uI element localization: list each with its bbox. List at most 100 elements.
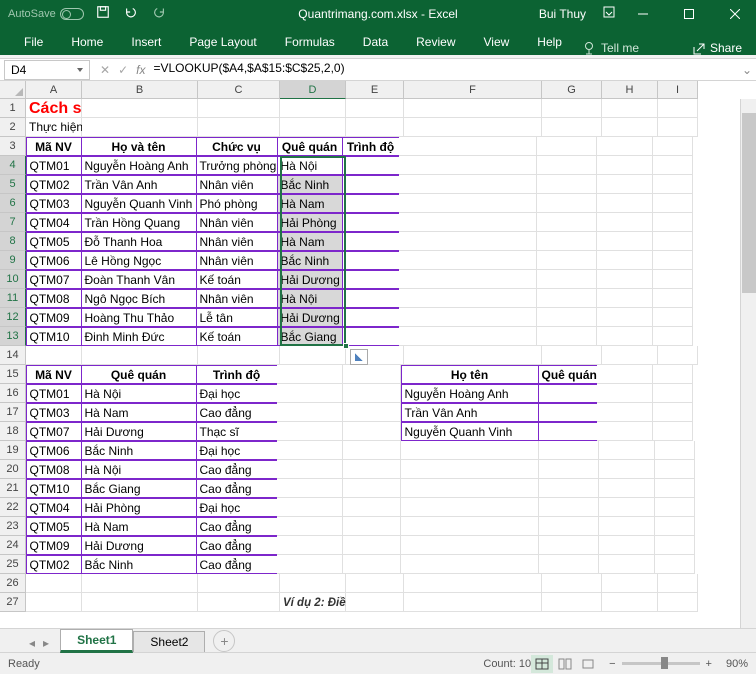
- cell[interactable]: [655, 555, 695, 574]
- cell[interactable]: Hải Dương: [81, 536, 197, 555]
- save-icon[interactable]: [96, 5, 110, 22]
- cell[interactable]: [597, 422, 653, 441]
- tab-file[interactable]: File: [10, 29, 57, 55]
- cell[interactable]: [602, 593, 658, 612]
- cell[interactable]: [198, 593, 280, 612]
- cell[interactable]: [277, 403, 343, 422]
- cell[interactable]: [597, 308, 653, 327]
- cell[interactable]: [537, 194, 597, 213]
- cell[interactable]: [537, 232, 597, 251]
- cell[interactable]: Bắc Giang: [277, 327, 343, 346]
- close-button[interactable]: [714, 0, 756, 27]
- cell[interactable]: [277, 536, 343, 555]
- cell[interactable]: [343, 555, 401, 574]
- row-head-25[interactable]: 25: [0, 555, 26, 574]
- cell[interactable]: QTM05: [26, 517, 82, 536]
- col-head-B[interactable]: B: [82, 81, 198, 99]
- cell[interactable]: [346, 118, 404, 137]
- cell[interactable]: [653, 251, 693, 270]
- cell[interactable]: Hà Nội: [81, 384, 197, 403]
- cell[interactable]: [653, 137, 693, 156]
- cell[interactable]: [401, 460, 539, 479]
- cell[interactable]: [597, 327, 653, 346]
- cell[interactable]: Chức vụ: [196, 137, 278, 156]
- cell[interactable]: [343, 517, 401, 536]
- row-head-11[interactable]: 11: [0, 289, 26, 308]
- cell[interactable]: Trình độ: [196, 365, 278, 384]
- cell[interactable]: [399, 213, 537, 232]
- row-head-7[interactable]: 7: [0, 213, 26, 232]
- cell[interactable]: Thạc sĩ: [196, 422, 278, 441]
- cell[interactable]: [597, 232, 653, 251]
- cell[interactable]: Kế toán: [196, 327, 278, 346]
- cell[interactable]: Quê quán: [538, 365, 598, 384]
- cell[interactable]: QTM01: [26, 156, 82, 175]
- cell[interactable]: [198, 574, 280, 593]
- cell[interactable]: [346, 593, 404, 612]
- sheet-nav[interactable]: ◂▸: [26, 634, 52, 652]
- cell[interactable]: QTM07: [26, 270, 82, 289]
- cell[interactable]: [399, 327, 537, 346]
- cell[interactable]: [342, 251, 400, 270]
- cell[interactable]: [401, 536, 539, 555]
- row-head-5[interactable]: 5: [0, 175, 26, 194]
- tab-home[interactable]: Home: [57, 29, 117, 55]
- cell[interactable]: [655, 517, 695, 536]
- cell[interactable]: [658, 574, 698, 593]
- cell[interactable]: QTM03: [26, 194, 82, 213]
- cell[interactable]: [342, 213, 400, 232]
- cell[interactable]: [277, 441, 343, 460]
- cell[interactable]: QTM04: [26, 213, 82, 232]
- cell[interactable]: [277, 384, 343, 403]
- cell[interactable]: [198, 99, 280, 118]
- cell[interactable]: [399, 137, 537, 156]
- select-all-cells[interactable]: [0, 81, 26, 99]
- row-head-1[interactable]: 1: [0, 99, 26, 118]
- tab-help[interactable]: Help: [523, 29, 576, 55]
- cell[interactable]: [537, 308, 597, 327]
- cell[interactable]: [542, 99, 602, 118]
- cell[interactable]: Đại học: [196, 441, 278, 460]
- row-head-24[interactable]: 24: [0, 536, 26, 555]
- cell[interactable]: [343, 479, 401, 498]
- cell[interactable]: Nguyễn Hoàng Anh: [401, 384, 539, 403]
- cell[interactable]: [401, 498, 539, 517]
- cell[interactable]: [653, 365, 693, 384]
- cell[interactable]: [82, 118, 198, 137]
- cell[interactable]: [343, 536, 401, 555]
- row-head-6[interactable]: 6: [0, 194, 26, 213]
- fx-icon[interactable]: fx: [136, 63, 145, 77]
- cell[interactable]: [597, 403, 653, 422]
- cell[interactable]: [198, 118, 280, 137]
- cell[interactable]: [342, 175, 400, 194]
- cell[interactable]: [82, 99, 198, 118]
- row-head-27[interactable]: 27: [0, 593, 26, 612]
- autosave-toggle[interactable]: AutoSave: [8, 8, 84, 20]
- cell[interactable]: [653, 194, 693, 213]
- cell[interactable]: [342, 289, 400, 308]
- cell[interactable]: Cao đẳng: [196, 460, 278, 479]
- cell[interactable]: Trần Vân Anh: [401, 403, 539, 422]
- cell[interactable]: [655, 441, 695, 460]
- cell[interactable]: [653, 308, 693, 327]
- cell[interactable]: [653, 156, 693, 175]
- cell[interactable]: Bắc Giang: [81, 479, 197, 498]
- col-head-F[interactable]: F: [404, 81, 542, 99]
- cell[interactable]: [399, 194, 537, 213]
- user-name[interactable]: Bui Thuy: [539, 7, 586, 21]
- cell[interactable]: Bắc Ninh: [277, 175, 343, 194]
- cell[interactable]: [538, 403, 598, 422]
- cell[interactable]: [599, 460, 655, 479]
- cell[interactable]: [539, 517, 599, 536]
- cell[interactable]: [280, 346, 346, 365]
- cell[interactable]: [280, 574, 346, 593]
- vertical-scrollbar[interactable]: [740, 99, 756, 628]
- cell[interactable]: [602, 346, 658, 365]
- cell[interactable]: [599, 479, 655, 498]
- cell[interactable]: Hoàng Thu Thảo: [81, 308, 197, 327]
- row-head-22[interactable]: 22: [0, 498, 26, 517]
- cell[interactable]: Hải Dương: [277, 270, 343, 289]
- cell[interactable]: Hà Nam: [81, 403, 197, 422]
- cell[interactable]: [277, 498, 343, 517]
- cell[interactable]: [280, 99, 346, 118]
